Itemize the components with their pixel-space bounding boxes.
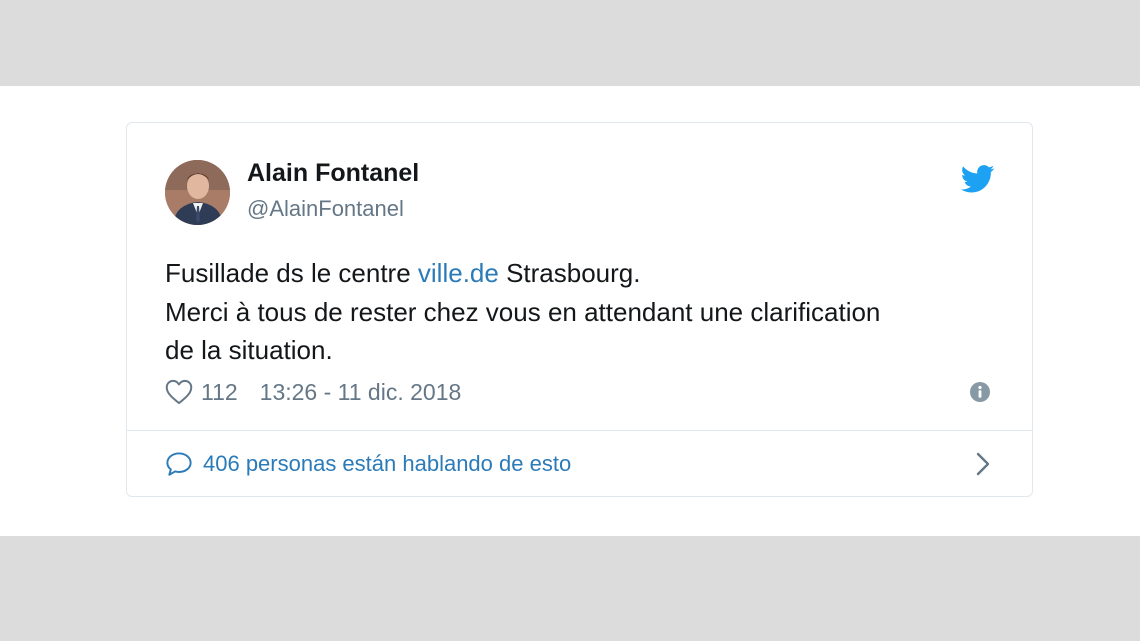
conversation-label[interactable]: 406 personas están hablando de esto: [203, 451, 571, 477]
heart-icon[interactable]: [165, 379, 193, 405]
tweet-timestamp[interactable]: 13:26 - 11 dic. 2018: [260, 379, 462, 406]
twitter-bird-icon[interactable]: [961, 165, 995, 193]
author-handle[interactable]: @AlainFontanel: [247, 196, 404, 222]
tweet-link[interactable]: ville.de: [418, 258, 499, 288]
tweet-card: Alain Fontanel @AlainFontanel Fusillade …: [126, 122, 1033, 497]
info-icon[interactable]: [969, 381, 991, 403]
tweet-text: Fusillade ds le centre ville.de Strasbou…: [165, 254, 1005, 370]
avatar-photo: [165, 160, 230, 225]
speech-bubble-icon: [166, 452, 192, 476]
author-name[interactable]: Alain Fontanel: [247, 159, 419, 188]
tweet-text-line-2: Merci à tous de rester chez vous en atte…: [165, 296, 881, 327]
tweet-text-line-1: Fusillade ds le centre ville.de Strasbou…: [165, 254, 1005, 293]
like-count[interactable]: 112: [201, 379, 238, 406]
divider: [127, 430, 1032, 431]
conversation-link[interactable]: 406 personas están hablando de esto: [165, 447, 571, 481]
tweet-text-line-3: de la situation.: [165, 335, 333, 365]
tweet-meta: 112 13:26 - 11 dic. 2018: [165, 376, 461, 408]
avatar[interactable]: [165, 160, 230, 225]
tweet-text-segment: Strasbourg.: [498, 258, 641, 288]
tweet-text-segment: Fusillade ds le centre: [165, 258, 418, 288]
chevron-right-icon[interactable]: [974, 451, 992, 477]
